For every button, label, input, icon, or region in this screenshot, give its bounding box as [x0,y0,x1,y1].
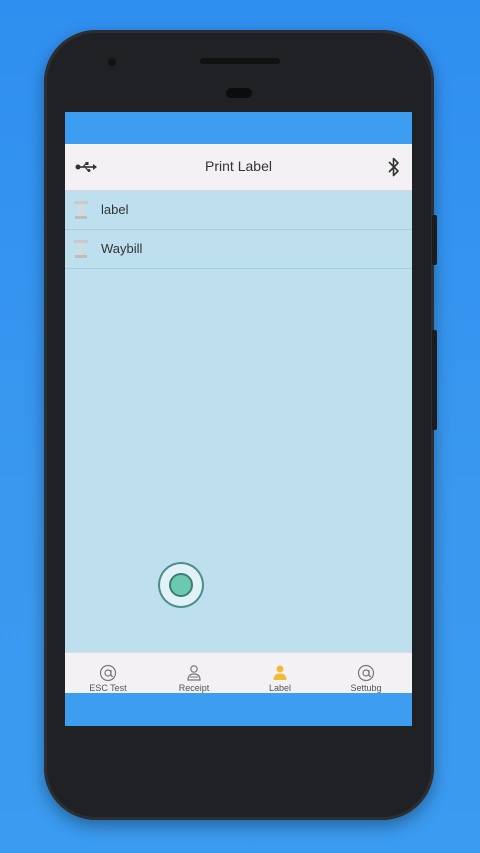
tab-label: Receipt [178,683,210,693]
page-title: Print Label [205,158,272,174]
navigation-bar [65,693,412,726]
touch-indicator [158,562,204,608]
list-item[interactable]: Waybill [65,230,412,269]
tab-settings[interactable]: Settubg [323,653,409,694]
status-bar [65,112,412,144]
volume-button [432,215,437,265]
tab-receipt[interactable]: Receipt [151,653,237,694]
bluetooth-icon[interactable] [388,157,400,182]
earpiece-speaker [200,58,280,64]
app-bar: Print Label [65,144,412,191]
front-sensor [108,58,116,66]
list-item-label: Waybill [101,241,143,256]
tab-label: Settubg [350,683,382,693]
label-printer-icon [73,239,89,264]
front-camera [226,88,252,98]
touch-indicator-dot [169,573,193,597]
tab-label-active[interactable]: Label [237,653,323,694]
list-item-label: label [101,202,129,217]
label-list: label Waybill [65,191,412,652]
power-button [432,330,437,430]
bottom-tab-bar: ESC Test Receipt Label Settubg [65,652,412,694]
app-screen: Print Label label Waybill ESC Test Recei… [65,112,412,726]
tab-label: ESC Test [89,683,127,693]
list-item[interactable]: label [65,191,412,230]
tab-esc-test[interactable]: ESC Test [65,653,151,694]
tab-label: Label [268,683,292,693]
label-printer-icon [73,200,89,225]
